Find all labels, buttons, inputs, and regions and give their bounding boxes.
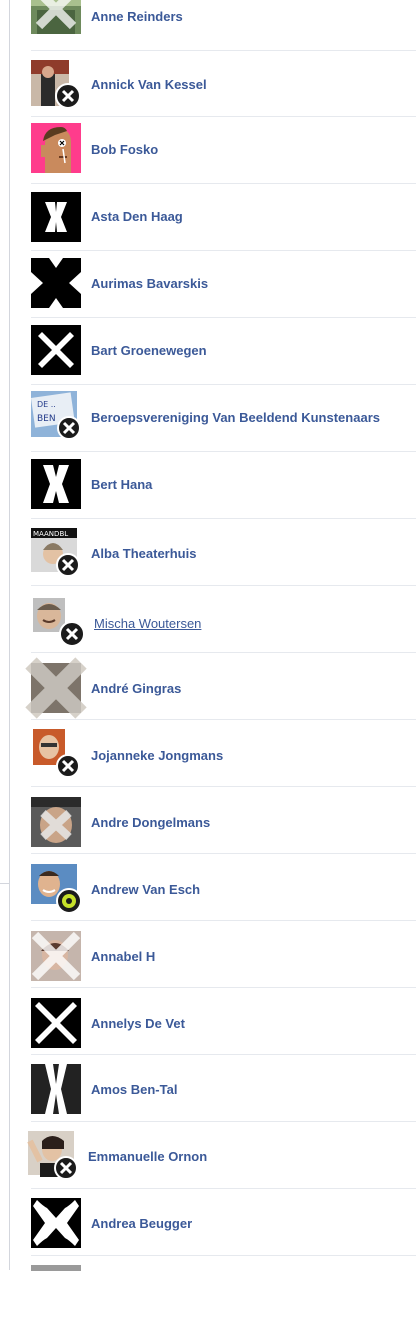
left-rail-line	[9, 0, 10, 1270]
friend-name-link[interactable]: Asta Den Haag	[91, 210, 183, 223]
avatar[interactable]: DE .. BEN	[30, 391, 81, 441]
friend-name-link[interactable]: Mischa Woutersen	[94, 617, 201, 630]
avatar[interactable]	[27, 1131, 78, 1181]
target-icon	[56, 888, 82, 914]
avatar[interactable]	[31, 797, 81, 847]
avatar[interactable]	[31, 729, 81, 779]
friend-name-link[interactable]: Andre Dongelmans	[91, 816, 210, 829]
list-item[interactable]: Bart Groenewegen	[31, 318, 416, 385]
avatar[interactable]	[31, 123, 81, 173]
close-icon	[54, 1156, 78, 1180]
list-item[interactable]: Asta Den Haag	[31, 184, 416, 251]
list-item[interactable]: Annick Van Kessel	[31, 50, 416, 117]
list-item[interactable]: MAANDBL Alba Theaterhuis	[31, 519, 416, 586]
list-item[interactable]: Annabel H	[31, 921, 416, 988]
list-item[interactable]: André Gingras	[25, 653, 416, 720]
friend-name-link[interactable]: Andrew Van Esch	[91, 883, 200, 896]
list-item[interactable]: Bert Hana	[31, 452, 416, 519]
svg-text:BEN: BEN	[37, 414, 56, 424]
left-rail-tick	[0, 883, 9, 884]
friend-name-link[interactable]: Annelys De Vet	[91, 1017, 185, 1030]
list-item[interactable]: Andre Dongelmans	[31, 787, 416, 854]
close-icon	[59, 621, 85, 647]
close-icon	[57, 416, 81, 440]
friend-name-link[interactable]: Bart Groenewegen	[91, 344, 207, 357]
friend-name-link[interactable]: Aurimas Bavarskis	[91, 277, 208, 290]
close-icon	[55, 83, 81, 109]
list-item[interactable]: Amos Ben-Tal	[31, 1055, 416, 1122]
friend-name-link[interactable]: Amos Ben-Tal	[91, 1083, 177, 1096]
list-item[interactable]: Mischa Woutersen	[31, 586, 416, 653]
friend-name-link[interactable]: Beroepsvereniging Van Beeldend Kunstenaa…	[91, 411, 380, 424]
avatar[interactable]	[25, 657, 87, 719]
list-item[interactable]: Emmanuelle Ornon	[27, 1122, 416, 1189]
avatar[interactable]	[31, 192, 81, 242]
list-item[interactable]: Annelys De Vet	[31, 988, 416, 1055]
friend-name-link[interactable]: Anne Reinders	[91, 10, 183, 23]
friend-name-link[interactable]: Annabel H	[91, 950, 155, 963]
close-icon	[56, 553, 80, 577]
list-item[interactable]: DE .. BEN Beroepsvereniging Van Beeldend…	[30, 385, 416, 452]
avatar[interactable]	[31, 459, 81, 509]
close-icon	[56, 754, 80, 778]
x-overlay-icon	[31, 0, 81, 34]
svg-text:MAANDBL: MAANDBL	[33, 530, 68, 538]
avatar[interactable]	[31, 325, 81, 375]
list-item[interactable]: Andrea Beugger	[31, 1189, 416, 1256]
avatar[interactable]	[31, 864, 82, 914]
list-item[interactable]	[31, 1256, 416, 1323]
avatar[interactable]	[31, 1198, 81, 1248]
avatar[interactable]	[31, 1265, 81, 1315]
avatar[interactable]	[31, 258, 81, 308]
svg-text:DE ..: DE ..	[37, 400, 56, 409]
friend-name-link[interactable]: Alba Theaterhuis	[91, 547, 196, 560]
friend-name-link[interactable]: André Gingras	[91, 682, 181, 695]
friend-name-link[interactable]: Andrea Beugger	[91, 1217, 192, 1230]
avatar[interactable]	[31, 998, 81, 1048]
list-item[interactable]: Andrew Van Esch	[31, 854, 416, 921]
avatar[interactable]	[31, 598, 85, 648]
list-item[interactable]: Bob Fosko	[31, 117, 416, 184]
friend-name-link[interactable]: Bob Fosko	[91, 143, 158, 156]
friend-name-link[interactable]: Emmanuelle Ornon	[88, 1150, 207, 1163]
friend-name-link[interactable]: Bert Hana	[91, 478, 152, 491]
friend-name-link[interactable]: Annick Van Kessel	[91, 78, 207, 91]
avatar[interactable]	[31, 60, 81, 110]
friend-name-link[interactable]: Jojanneke Jongmans	[91, 749, 223, 762]
list-item[interactable]: Jojanneke Jongmans	[31, 720, 416, 787]
avatar[interactable]	[31, 0, 81, 34]
list-item[interactable]: Anne Reinders	[31, 0, 416, 51]
avatar[interactable]	[31, 1064, 81, 1114]
avatar[interactable]: MAANDBL	[31, 528, 81, 578]
avatar[interactable]	[31, 931, 81, 981]
list-item[interactable]: Aurimas Bavarskis	[31, 251, 416, 318]
